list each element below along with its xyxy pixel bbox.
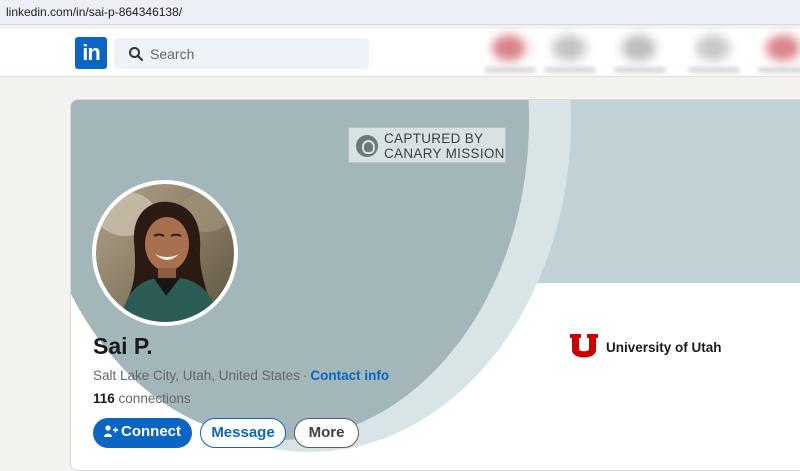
- profile-avatar[interactable]: [92, 180, 238, 326]
- search-placeholder: Search: [150, 46, 195, 62]
- connections-count: 116: [93, 391, 115, 406]
- profile-photo: [96, 184, 234, 322]
- connections-label: connections: [118, 391, 191, 406]
- university-of-utah-logo-icon: [570, 334, 598, 358]
- banner-panel: [576, 100, 800, 283]
- watermark-line-1: CAPTURED BY: [384, 131, 484, 146]
- nav-item-icon[interactable]: [766, 35, 800, 61]
- nav-item-icon[interactable]: [552, 35, 586, 61]
- nav-item-label: [758, 67, 800, 73]
- canary-logo-icon: [356, 135, 378, 157]
- more-button[interactable]: More: [294, 418, 359, 448]
- url-text[interactable]: linkedin.com/in/sai-p-864346138/: [6, 5, 182, 19]
- top-navigation: in Search: [0, 29, 800, 77]
- search-input[interactable]: Search: [114, 38, 369, 69]
- profile-location: Salt Lake City, Utah, United States: [93, 368, 300, 383]
- nav-item-label: [544, 67, 596, 73]
- connect-button[interactable]: Connect: [93, 418, 192, 448]
- watermark-text: CAPTURED BY CANARY MISSION: [384, 131, 505, 161]
- nav-item-icon[interactable]: [492, 35, 526, 61]
- message-button[interactable]: Message: [200, 418, 286, 448]
- nav-item-icon[interactable]: [622, 35, 656, 61]
- profile-photo-image: [96, 184, 234, 322]
- watermark-line-2: CANARY MISSION: [384, 146, 505, 161]
- nav-item-label: [614, 67, 666, 73]
- nav-item-label: [688, 67, 740, 73]
- contact-info-link[interactable]: Contact info: [310, 368, 389, 383]
- search-icon: [129, 47, 144, 62]
- profile-location-line: Salt Lake City, Utah, United States · Cont…: [93, 368, 389, 383]
- connect-label: Connect: [121, 423, 181, 440]
- connections-line[interactable]: 116 connections: [93, 391, 191, 406]
- browser-address-bar[interactable]: linkedin.com/in/sai-p-864346138/: [0, 0, 800, 25]
- nav-item-label: [484, 67, 536, 73]
- school-name: University of Utah: [606, 340, 722, 355]
- nav-item-icon[interactable]: [696, 35, 730, 61]
- separator-dot: ·: [302, 368, 308, 383]
- linkedin-logo-icon[interactable]: in: [75, 37, 107, 69]
- nav-icons-blurred: [474, 29, 800, 77]
- profile-name: Sai P.: [93, 333, 153, 359]
- add-person-icon: [104, 424, 118, 437]
- watermark-badge: CAPTURED BY CANARY MISSION: [348, 127, 506, 163]
